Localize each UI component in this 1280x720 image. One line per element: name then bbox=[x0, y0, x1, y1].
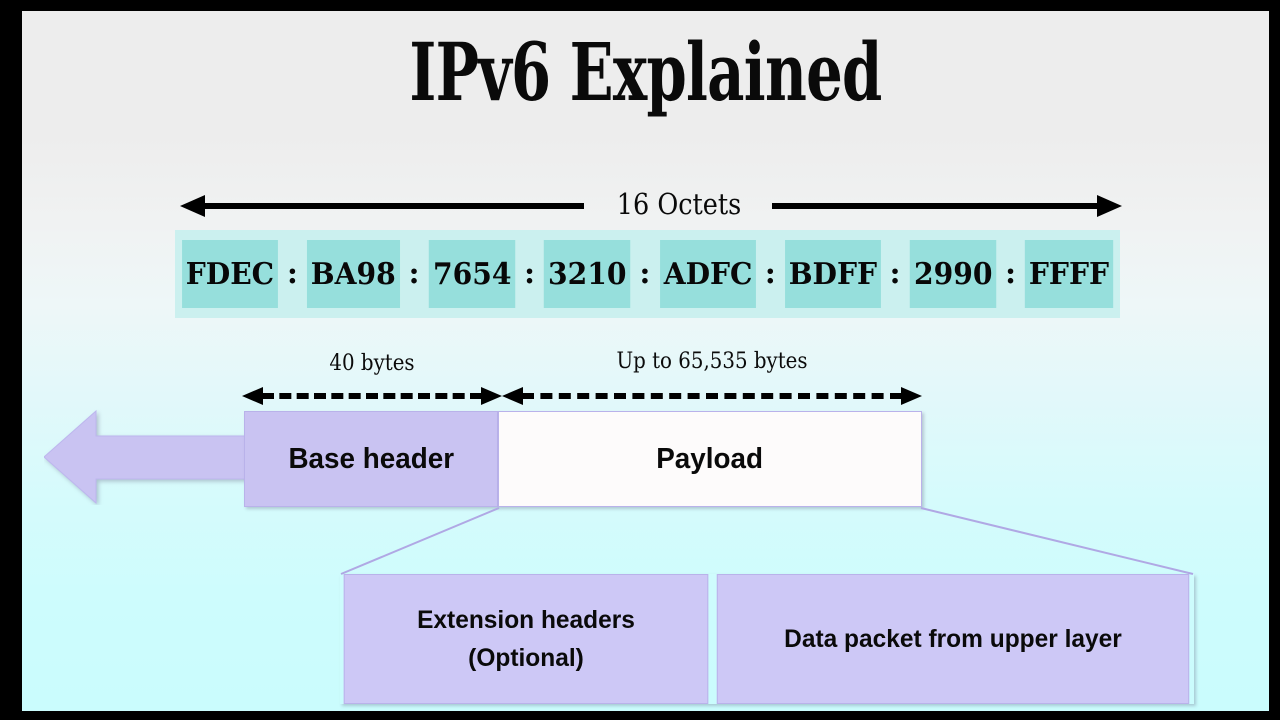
hex-group: BA98 bbox=[306, 240, 400, 308]
arrow-right-icon bbox=[1097, 195, 1122, 217]
slide-frame: IPv6 Explained 16 Octets FDEC : BA98 : 7… bbox=[0, 0, 1280, 720]
measure-line-right bbox=[772, 203, 1098, 209]
header-size-arrow bbox=[242, 387, 502, 405]
hex-group: ADFC bbox=[659, 240, 756, 308]
payload-box: Payload bbox=[498, 411, 922, 507]
payload-label: Payload bbox=[656, 442, 764, 475]
hex-separator: : bbox=[523, 256, 536, 291]
octets-label: 16 Octets bbox=[616, 187, 742, 221]
slide-canvas: IPv6 Explained 16 Octets FDEC : BA98 : 7… bbox=[22, 11, 1269, 711]
connector-left bbox=[340, 507, 500, 575]
payload-size-arrow bbox=[502, 387, 922, 405]
hex-group: FFFF bbox=[1024, 240, 1114, 308]
connector-right bbox=[920, 507, 1194, 575]
arrow-left-icon bbox=[242, 387, 263, 405]
packet-flow-arrow-icon bbox=[44, 409, 252, 505]
header-size-label: 40 bytes bbox=[329, 351, 415, 376]
arrow-right-icon bbox=[481, 387, 502, 405]
measure-line-left bbox=[202, 203, 584, 209]
hex-group: 7654 bbox=[428, 240, 516, 308]
hex-separator: : bbox=[1005, 256, 1017, 291]
dashed-line bbox=[522, 393, 902, 399]
hex-separator: : bbox=[286, 256, 298, 291]
page-title: IPv6 Explained bbox=[409, 25, 882, 119]
extension-headers-box: Extension headers (Optional) bbox=[343, 574, 709, 704]
arrow-right-icon bbox=[901, 387, 922, 405]
base-header-label: Base header bbox=[288, 442, 454, 475]
data-packet-box: Data packet from upper layer bbox=[716, 574, 1190, 704]
hex-separator: : bbox=[764, 256, 776, 291]
octets-measurement: 16 Octets bbox=[180, 183, 1122, 225]
base-header-box: Base header bbox=[244, 411, 498, 507]
payload-size-label: Up to 65,535 bytes bbox=[616, 349, 808, 374]
hex-group: 3210 bbox=[543, 240, 631, 308]
payload-detail-row: Extension headers (Optional) Data packet… bbox=[340, 574, 1194, 704]
arrow-left-icon bbox=[502, 387, 523, 405]
hex-group: 2990 bbox=[909, 240, 997, 308]
hex-separator: : bbox=[889, 256, 901, 291]
dashed-line bbox=[262, 393, 482, 399]
hex-group: BDFF bbox=[784, 240, 881, 308]
hex-separator: : bbox=[639, 256, 651, 291]
hex-separator: : bbox=[408, 256, 420, 291]
hex-group: FDEC bbox=[182, 240, 278, 308]
ipv6-address-strip: FDEC : BA98 : 7654 : 3210 : ADFC : BDFF … bbox=[175, 230, 1120, 318]
